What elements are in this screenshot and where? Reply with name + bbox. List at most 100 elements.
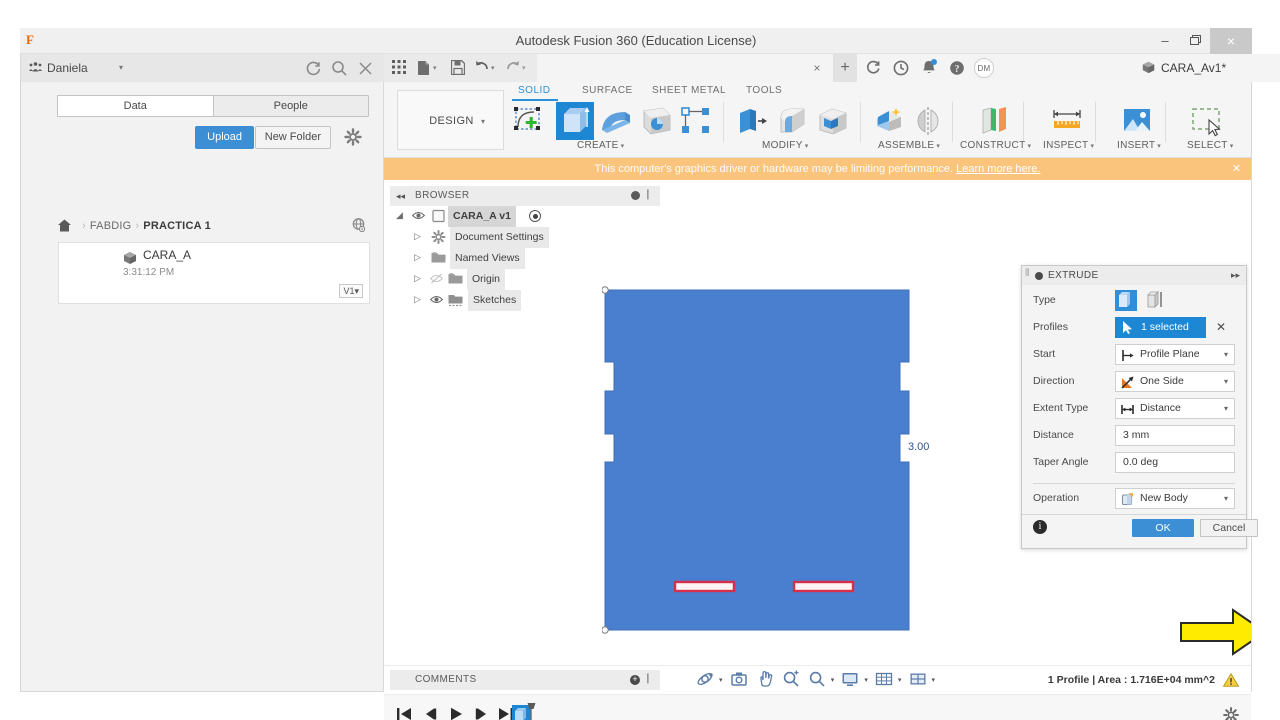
tree-row-document-settings[interactable]: ▷ Document Settings [390, 227, 660, 248]
offset-plane-icon[interactable] [977, 104, 1011, 138]
add-tab-button[interactable]: + [833, 54, 857, 82]
home-icon[interactable] [57, 218, 72, 233]
minimize-button[interactable]: – [1150, 28, 1180, 54]
expand-icon[interactable]: ▷ [414, 252, 424, 264]
play-icon[interactable] [448, 707, 464, 720]
orbit-icon[interactable] [696, 670, 714, 691]
warning-triangle-icon[interactable] [1223, 673, 1239, 687]
recent-icon[interactable] [892, 59, 910, 77]
select-group-label[interactable]: SELECT ▾ [1187, 140, 1234, 151]
insert-image-icon[interactable] [1120, 104, 1154, 138]
extrude-icon[interactable] [556, 102, 594, 140]
sweep-icon[interactable] [639, 104, 673, 138]
direction-dropdown[interactable]: One Side ▾ [1115, 371, 1235, 392]
tab-data[interactable]: Data [58, 96, 213, 116]
look-at-icon[interactable] [730, 670, 748, 691]
display-settings-icon[interactable] [841, 670, 859, 691]
chevron-down-icon[interactable]: ▾ [719, 677, 723, 684]
dimension-label[interactable]: 3.00 [908, 441, 929, 453]
start-dropdown[interactable]: Profile Plane ▾ [1115, 344, 1235, 365]
insert-group-label[interactable]: INSERT ▾ [1117, 140, 1161, 151]
app-grid-icon[interactable] [392, 60, 406, 76]
select-window-icon[interactable] [1190, 104, 1224, 138]
ribbon-tab-sheet-metal[interactable]: SHEET METAL [652, 85, 726, 96]
breadcrumb-path[interactable]: › FABDIG › PRACTICA 1 [78, 217, 211, 235]
ok-button[interactable]: OK [1132, 519, 1194, 537]
viewports-icon[interactable] [909, 670, 927, 691]
chevron-down-icon[interactable]: ▾ [433, 64, 437, 80]
close-panel-icon[interactable] [357, 60, 374, 77]
avatar[interactable]: DM [974, 58, 994, 78]
timeline-settings-icon[interactable] [1223, 707, 1239, 720]
go-to-beginning-icon[interactable] [396, 707, 412, 720]
mirror-icon[interactable] [911, 104, 945, 138]
ribbon-tab-surface[interactable]: SURFACE [582, 85, 633, 96]
add-comment-icon[interactable]: + [630, 675, 640, 685]
zoom-icon[interactable] [808, 670, 826, 691]
breadcrumb-item-practica1[interactable]: PRACTICA 1 [143, 220, 211, 232]
file-version-badge[interactable]: V1▾ [339, 284, 363, 298]
type-two-sides-button[interactable] [1144, 290, 1166, 311]
assemble-group-label[interactable]: ASSEMBLE ▾ [878, 140, 940, 151]
new-folder-button[interactable]: New Folder [254, 126, 331, 149]
operation-dropdown[interactable]: New Body ▾ [1115, 488, 1235, 509]
expand-icon[interactable]: ▷ [414, 294, 424, 306]
taper-angle-input[interactable]: 0.0 deg [1115, 452, 1235, 473]
inspect-group-label[interactable]: INSPECT ▾ [1043, 140, 1094, 151]
grid-snap-icon[interactable] [875, 670, 893, 691]
tab-people[interactable]: People [212, 96, 368, 116]
redo-icon[interactable] [506, 58, 519, 74]
chevron-down-icon[interactable]: ▾ [1224, 399, 1228, 418]
chevron-down-icon[interactable]: ▾ [491, 64, 495, 80]
tree-row-root[interactable]: ◢ CARA_A v1 [390, 206, 660, 227]
pan-icon[interactable] [756, 670, 774, 691]
expand-icon[interactable]: ▷ [414, 273, 424, 285]
press-pull-icon[interactable] [734, 104, 768, 138]
new-file-icon[interactable] [417, 60, 430, 76]
extrude-timeline-marker-icon[interactable] [512, 703, 538, 720]
create-group-label[interactable]: CREATE ▾ [577, 140, 624, 151]
dialog-dot-icon[interactable] [1035, 272, 1043, 280]
shell-icon[interactable] [816, 104, 850, 138]
chevron-down-icon[interactable]: ▾ [864, 677, 868, 684]
distance-input[interactable]: 3 mm [1115, 425, 1235, 446]
panel-grip-icon[interactable]: ❙ [644, 673, 652, 684]
clear-selection-icon[interactable]: ✕ [1214, 317, 1228, 338]
job-status-icon[interactable] [864, 59, 882, 77]
revolve-icon[interactable] [599, 104, 633, 138]
user-name-label[interactable]: Daniela [47, 54, 88, 82]
chevron-down-icon[interactable]: ▾ [522, 64, 526, 80]
zoom-window-icon[interactable] [782, 670, 800, 691]
close-banner-icon[interactable]: ✕ [1232, 158, 1241, 180]
workspace-selector[interactable]: DESIGN ▾ [397, 90, 504, 150]
chevron-down-icon[interactable]: ▾ [1224, 372, 1228, 391]
create-sketch-icon[interactable] [512, 104, 546, 138]
extrude-dialog-header[interactable]: ⦀ EXTRUDE ▸▸ [1022, 266, 1246, 285]
chevron-down-icon[interactable]: ▾ [1224, 345, 1228, 364]
grid-icon[interactable] [29, 62, 42, 73]
comments-panel[interactable]: COMMENTS + ❙ [390, 670, 660, 690]
cancel-button[interactable]: Cancel [1200, 519, 1258, 537]
gear-icon[interactable] [344, 128, 362, 146]
file-card[interactable]: CARA_A 3:31:12 PM V1▾ [58, 242, 370, 304]
breadcrumb-item-fabdig[interactable]: FABDIG [90, 220, 132, 232]
save-icon[interactable] [450, 59, 466, 76]
model-body[interactable] [602, 286, 932, 646]
modify-group-label[interactable]: MODIFY ▾ [762, 140, 809, 151]
globe-icon[interactable] [351, 217, 367, 233]
tree-row-named-views[interactable]: ▷ Named Views [390, 248, 660, 269]
new-component-icon[interactable] [873, 104, 907, 138]
search-icon[interactable] [331, 60, 348, 77]
chevron-down-icon[interactable]: ▾ [1224, 489, 1228, 508]
document-tab[interactable]: CARA_Av1* × + ? DM [537, 54, 1280, 82]
refresh-icon[interactable] [305, 60, 322, 77]
chevron-down-icon[interactable]: ▾ [119, 54, 123, 82]
construct-group-label[interactable]: CONSTRUCT ▾ [960, 140, 1031, 151]
step-back-icon[interactable] [422, 707, 438, 720]
chevron-down-icon[interactable]: ▾ [831, 677, 835, 684]
fillet-icon[interactable] [776, 104, 810, 138]
dialog-grip-icon[interactable]: ⦀ [1025, 268, 1029, 279]
close-button[interactable]: × [1210, 28, 1252, 54]
extent-type-dropdown[interactable]: Distance ▾ [1115, 398, 1235, 419]
panel-dot-icon[interactable] [631, 191, 640, 200]
